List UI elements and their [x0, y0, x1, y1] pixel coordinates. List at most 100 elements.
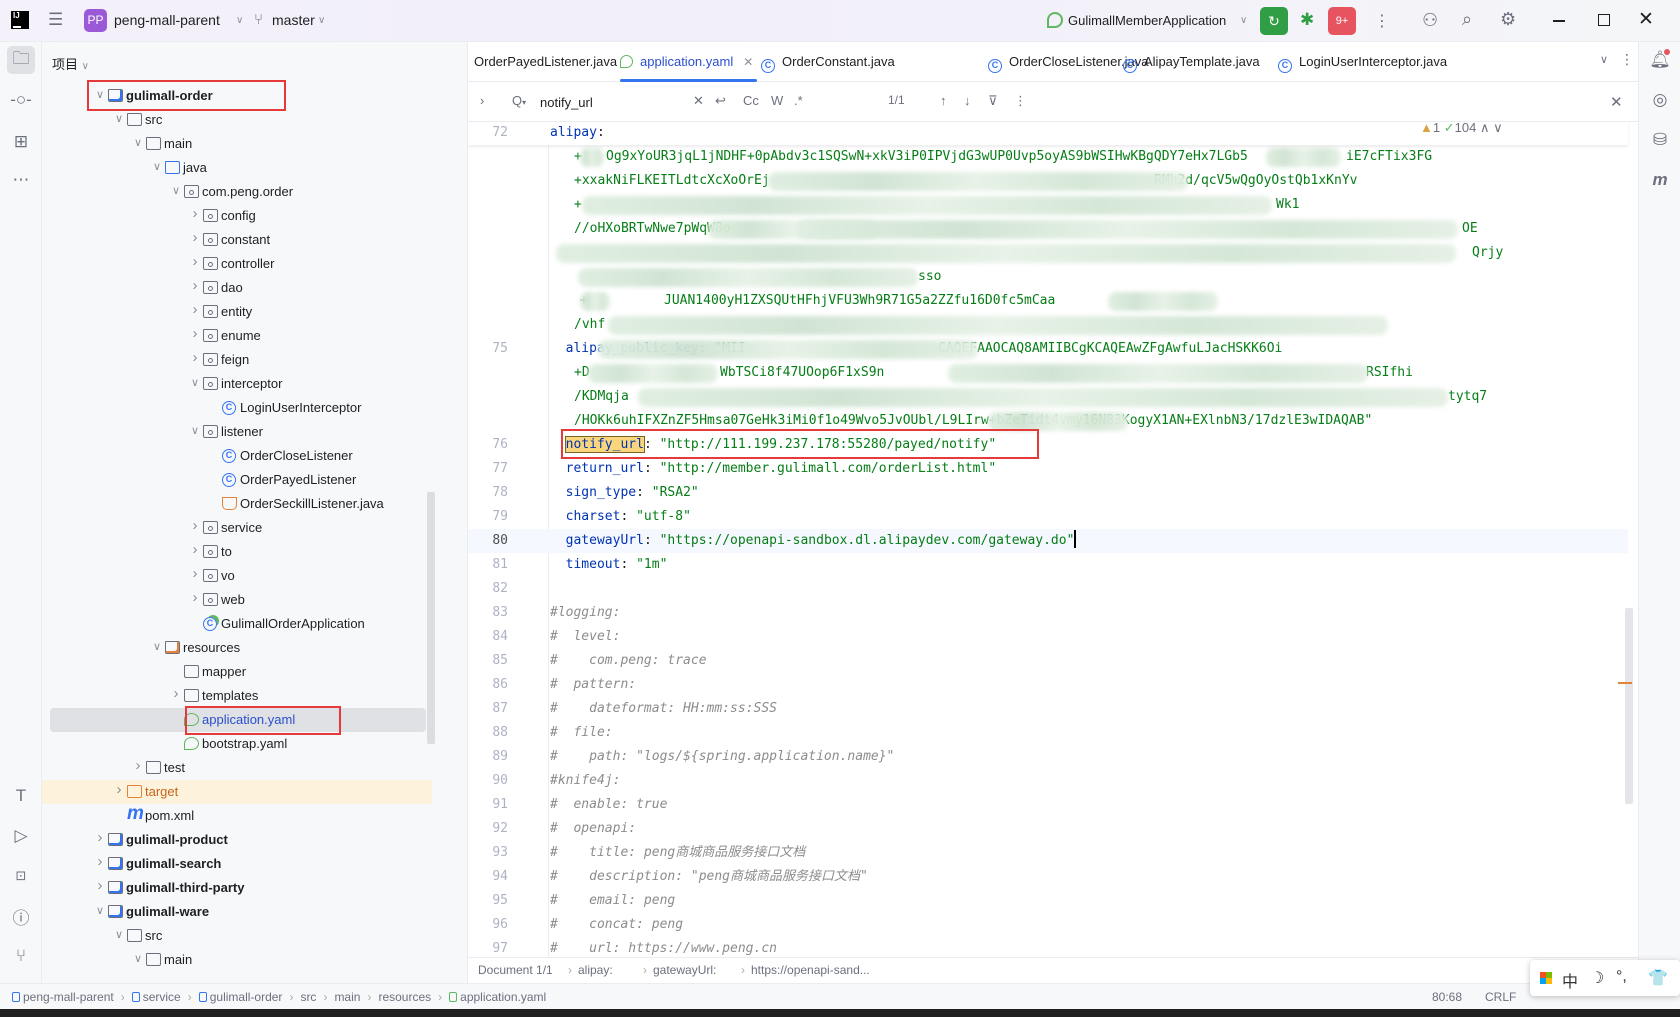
notifications-bell-icon[interactable]: 🔔︎: [1646, 46, 1674, 74]
tree-item[interactable]: › test: [42, 756, 458, 780]
path-item[interactable]: src: [300, 990, 316, 1004]
line-number[interactable]: 72: [468, 122, 508, 145]
tree-item[interactable]: ∨ src: [42, 108, 458, 132]
chevron-right-icon[interactable]: ›: [189, 325, 201, 342]
code-text[interactable]: timeout: "1m": [550, 553, 668, 577]
code-text[interactable]: [550, 193, 566, 217]
whole-words-toggle[interactable]: W: [771, 93, 783, 108]
line-number[interactable]: 80: [468, 529, 508, 553]
tree-item[interactable]: › entity: [42, 300, 458, 324]
inspection-widget[interactable]: ▲1 ✓104 ∧ ∨: [1416, 122, 1507, 136]
tree-item[interactable]: › target: [42, 780, 432, 804]
code-text[interactable]: [550, 169, 566, 193]
chevron-down-icon[interactable]: ∨: [151, 160, 163, 173]
chevron-right-icon[interactable]: ›: [189, 277, 201, 294]
close-window-button[interactable]: ✕: [1638, 8, 1654, 31]
code-text[interactable]: # description: "peng商城商品服务接口文档": [550, 865, 868, 889]
chevron-down-icon[interactable]: ∨: [132, 136, 144, 149]
line-number[interactable]: 91: [468, 793, 508, 817]
caret-position[interactable]: 80:68: [1432, 990, 1462, 1004]
code-text[interactable]: [550, 265, 566, 289]
search-history-icon[interactable]: Q▾: [512, 93, 526, 108]
problems-icon[interactable]: ⓘ: [7, 902, 35, 930]
code-text[interactable]: alipay:: [550, 122, 605, 145]
project-folder-icon[interactable]: 🗀: [7, 46, 35, 74]
tree-item[interactable]: › config: [42, 204, 458, 228]
main-menu-icon[interactable]: ☰: [48, 11, 64, 28]
code-text[interactable]: # title: peng商城商品服务接口文档: [550, 841, 805, 865]
code-text[interactable]: # file:: [550, 721, 613, 745]
rerun-button[interactable]: ↻: [1260, 7, 1288, 35]
line-number[interactable]: 90: [468, 769, 508, 793]
chevron-right-icon[interactable]: ›: [189, 253, 201, 270]
path-item[interactable]: peng-mall-parent: [23, 990, 114, 1004]
line-number[interactable]: 81: [468, 553, 508, 577]
breadcrumb-item[interactable]: Document 1/1: [478, 963, 553, 977]
tree-item[interactable]: › feign: [42, 348, 458, 372]
find-input[interactable]: [540, 91, 690, 113]
regex-toggle[interactable]: .*: [794, 93, 803, 108]
debug-icon[interactable]: ✱: [1300, 10, 1314, 30]
tree-item[interactable]: › constant: [42, 228, 458, 252]
intellij-logo[interactable]: IJ: [11, 11, 29, 29]
code-text[interactable]: [550, 577, 566, 601]
code-text[interactable]: [550, 385, 566, 409]
path-item[interactable]: gulimall-order: [210, 990, 283, 1004]
line-number[interactable]: 76: [468, 433, 508, 457]
code-text[interactable]: [550, 217, 566, 241]
project-badge[interactable]: PP: [84, 9, 107, 32]
project-panel-title[interactable]: 项目 ∨: [52, 54, 89, 73]
database-icon[interactable]: ⛁: [1646, 126, 1674, 154]
tree-item[interactable]: C OrderCloseListener: [42, 444, 458, 468]
chevron-right-icon[interactable]: ›: [94, 829, 106, 846]
tab-orderpayedlistener-java[interactable]: OrderPayedListener.java: [474, 42, 617, 82]
chevron-right-icon[interactable]: ›: [189, 349, 201, 366]
chevron-right-icon[interactable]: ›: [113, 781, 125, 798]
chevron-right-icon[interactable]: ›: [132, 757, 144, 774]
line-ending[interactable]: CRLF: [1485, 990, 1516, 1004]
code-text[interactable]: return_url: "http://member.gulimall.com/…: [550, 457, 996, 481]
structure-icon[interactable]: ⊞: [7, 128, 35, 156]
tree-item[interactable]: ∨ src: [42, 924, 458, 948]
settings-gear-icon[interactable]: ⚙: [1500, 9, 1516, 30]
tree-item[interactable]: › gulimall-product: [42, 828, 458, 852]
line-number[interactable]: 96: [468, 913, 508, 937]
next-highlight-icon[interactable]: ∨: [1489, 122, 1503, 135]
line-number[interactable]: 97: [468, 937, 508, 957]
code-text[interactable]: # openapi:: [550, 817, 636, 841]
line-number[interactable]: 79: [468, 505, 508, 529]
line-number[interactable]: 86: [468, 673, 508, 697]
tab-alipaytemplate-java[interactable]: C AlipayTemplate.java: [1123, 42, 1260, 82]
path-item[interactable]: application.yaml: [460, 990, 546, 1004]
tree-item[interactable]: C OrderPayedListener: [42, 468, 458, 492]
line-number[interactable]: 88: [468, 721, 508, 745]
tab-loginuserinterceptor-java[interactable]: C LoginUserInterceptor.java: [1278, 42, 1447, 82]
clear-search-icon[interactable]: ✕: [693, 93, 704, 109]
tabs-dropdown-icon[interactable]: ∨: [1600, 53, 1608, 66]
tree-item[interactable]: › gulimall-third-party: [42, 876, 458, 900]
code-text[interactable]: # path: "logs/${spring.application.name}…: [550, 745, 894, 769]
run-config-selector[interactable]: GulimallMemberApplication: [1068, 13, 1226, 28]
maximize-button[interactable]: [1598, 14, 1610, 26]
chevron-down-icon[interactable]: ∨: [170, 184, 182, 197]
line-number[interactable]: 78: [468, 481, 508, 505]
expand-replace-chevron-icon[interactable]: ›: [480, 93, 484, 108]
code-text[interactable]: gatewayUrl: "https://openapi-sandbox.dl.…: [550, 529, 1077, 553]
chevron-right-icon[interactable]: ›: [189, 589, 201, 606]
skin-shirt-icon[interactable]: 👕: [1648, 968, 1668, 988]
search-result-marker[interactable]: [1618, 682, 1632, 684]
code-text[interactable]: # com.peng: trace: [550, 649, 707, 673]
editor-scrollbar[interactable]: [1625, 608, 1633, 804]
code-editor[interactable]: 72 alipay: + Og9xYoUR3jqL1jNDHF+0pAbdv3c1S…: [468, 122, 1638, 957]
path-item[interactable]: resources: [378, 990, 431, 1004]
match-case-toggle[interactable]: Cc: [743, 93, 759, 108]
moon-icon[interactable]: ☽: [1590, 968, 1604, 988]
line-number[interactable]: 75: [468, 337, 508, 361]
code-text[interactable]: charset: "utf-8": [550, 505, 691, 529]
tree-item[interactable]: › dao: [42, 276, 458, 300]
tree-item[interactable]: OrderSeckillListener.java: [42, 492, 458, 516]
tree-item[interactable]: C LoginUserInterceptor: [42, 396, 458, 420]
tree-item[interactable]: ∨ main: [42, 948, 458, 972]
more-tools-icon[interactable]: ⋯: [7, 166, 35, 194]
breadcrumb-item[interactable]: gatewayUrl:: [653, 963, 716, 977]
